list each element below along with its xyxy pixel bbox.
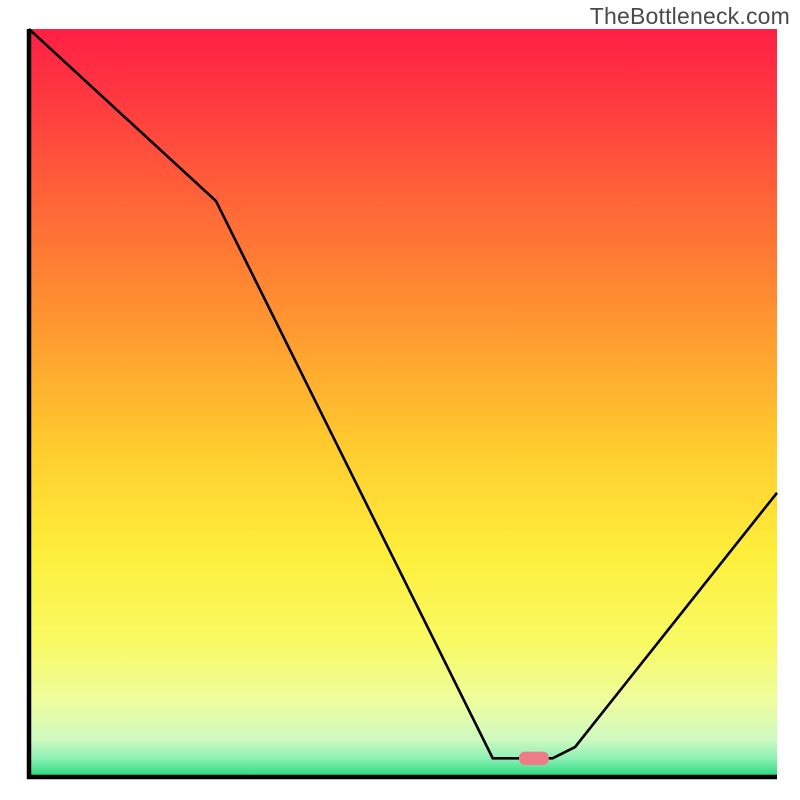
- optimal-marker: [519, 752, 549, 765]
- bottleneck-chart: [0, 0, 800, 800]
- plot-background: [29, 29, 777, 777]
- watermark-text: TheBottleneck.com: [590, 3, 790, 30]
- chart-container: TheBottleneck.com: [0, 0, 800, 800]
